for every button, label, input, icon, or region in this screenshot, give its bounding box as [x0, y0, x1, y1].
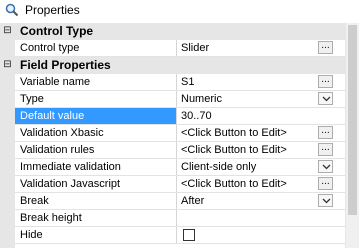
- property-name: Break: [15, 193, 177, 209]
- collapse-icon[interactable]: ⊟: [3, 26, 12, 36]
- magnifier-icon: [5, 3, 19, 17]
- property-value[interactable]: [181, 210, 316, 226]
- property-row-validation-javascript[interactable]: Validation Javascript <Click Button to E…: [15, 176, 345, 193]
- ellipsis-button[interactable]: ...: [318, 75, 333, 88]
- property-value[interactable]: S1: [181, 74, 316, 90]
- property-name: Validation rules: [15, 142, 177, 158]
- property-value[interactable]: <Click Button to Edit>: [181, 125, 316, 141]
- property-row-type[interactable]: Type Numeric: [15, 91, 345, 108]
- ellipsis-button[interactable]: ...: [318, 126, 333, 139]
- property-name: Break height: [15, 210, 177, 226]
- property-value[interactable]: Slider: [181, 40, 316, 56]
- category-label: Control Type: [20, 24, 94, 38]
- property-grid: ⊟ Control Type Control type Slider ... ⊟…: [0, 23, 345, 248]
- ellipsis-button[interactable]: ...: [318, 41, 333, 54]
- properties-title-bar: Properties: [0, 0, 359, 22]
- chevron-down-icon: [322, 198, 331, 204]
- property-row-variable-name[interactable]: Variable name S1 ...: [15, 74, 345, 91]
- collapse-icon[interactable]: ⊟: [3, 60, 12, 70]
- chevron-down-icon: [322, 164, 331, 170]
- property-row-validation-rules[interactable]: Validation rules <Click Button to Edit> …: [15, 142, 345, 159]
- property-value[interactable]: <Click Button to Edit>: [181, 176, 316, 192]
- property-row-immediate-validation[interactable]: Immediate validation Client-side only: [15, 159, 345, 176]
- property-row-default-value[interactable]: Default value 30..70: [15, 108, 345, 125]
- property-row-break-height[interactable]: Break height: [15, 210, 345, 227]
- property-value[interactable]: After: [181, 193, 316, 209]
- scrollbar-thumb[interactable]: [348, 25, 357, 215]
- panel-title: Properties: [25, 3, 80, 17]
- property-name: Immediate validation: [15, 159, 177, 175]
- property-row-validation-xbasic[interactable]: Validation Xbasic <Click Button to Edit>…: [15, 125, 345, 142]
- hide-checkbox[interactable]: [183, 229, 195, 241]
- property-name: Hide: [15, 227, 177, 243]
- property-name: Type: [15, 91, 177, 107]
- property-name: Control type: [15, 40, 177, 56]
- property-value[interactable]: Numeric: [181, 91, 316, 107]
- dropdown-button[interactable]: [318, 92, 333, 105]
- property-row-hide[interactable]: Hide: [15, 227, 345, 244]
- property-name: Variable name: [15, 74, 177, 90]
- vertical-scrollbar[interactable]: [345, 23, 359, 248]
- property-value[interactable]: Client-side only: [181, 159, 316, 175]
- chevron-down-icon: [322, 96, 331, 102]
- property-value[interactable]: 30..70: [181, 108, 316, 124]
- property-row-control-type[interactable]: Control type Slider ...: [15, 40, 345, 57]
- category-control-type[interactable]: ⊟ Control Type: [0, 23, 345, 40]
- property-name: Default value: [15, 108, 177, 124]
- dropdown-button[interactable]: [318, 194, 333, 207]
- ellipsis-button[interactable]: ...: [318, 143, 333, 156]
- property-value[interactable]: <Click Button to Edit>: [181, 142, 316, 158]
- category-label: Field Properties: [20, 58, 111, 72]
- category-field-properties[interactable]: ⊟ Field Properties: [0, 57, 345, 74]
- property-row-break[interactable]: Break After: [15, 193, 345, 210]
- property-name: Validation Javascript: [15, 176, 177, 192]
- ellipsis-button[interactable]: ...: [318, 177, 333, 190]
- dropdown-button[interactable]: [318, 160, 333, 173]
- property-name: Validation Xbasic: [15, 125, 177, 141]
